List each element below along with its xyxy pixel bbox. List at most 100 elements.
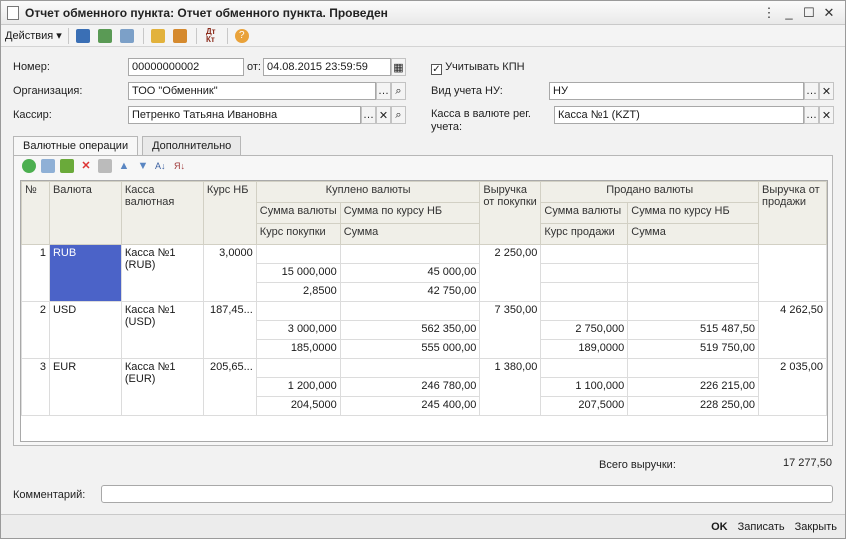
row-bought-nb[interactable]: 45 000,00: [339, 263, 481, 283]
kassa-input[interactable]: Касса №1 (KZT): [554, 106, 804, 124]
ok-button[interactable]: OK: [711, 521, 728, 533]
tab-additional[interactable]: Дополнительно: [142, 136, 242, 156]
row-bought-nb[interactable]: 246 780,00: [339, 377, 481, 397]
row-bought-amount[interactable]: 3 000,000: [255, 320, 341, 340]
copy-button[interactable]: [117, 27, 137, 45]
number-input[interactable]: 00000000002: [128, 58, 244, 76]
save-button[interactable]: Записать: [738, 521, 785, 533]
more-icon[interactable]: ⋮: [759, 4, 779, 22]
sort-desc-icon[interactable]: Я↓: [174, 159, 188, 173]
actions-menu[interactable]: Действия ▾: [5, 27, 62, 45]
date-input[interactable]: 04.08.2015 23:59:59: [263, 58, 391, 76]
end-edit-icon[interactable]: [98, 159, 112, 173]
row-sell-sum[interactable]: 519 750,00: [627, 339, 759, 359]
cashier-search-icon[interactable]: ⌕: [391, 106, 406, 124]
row-bought-amount[interactable]: 15 000,000: [255, 263, 341, 283]
col-rate-header[interactable]: Курс НБ: [202, 181, 257, 245]
col-bought-amount-header[interactable]: Сумма валюты: [255, 202, 341, 224]
row-currency[interactable]: USD: [48, 301, 122, 359]
row-currency[interactable]: EUR: [48, 358, 122, 416]
row-sold-nb[interactable]: [627, 263, 759, 283]
help-button[interactable]: ?: [232, 27, 252, 45]
col-revenue-sell-header[interactable]: Выручка от продажи: [758, 181, 827, 245]
dt-kt-button[interactable]: Дт Кт: [201, 27, 221, 45]
col-kassa-header[interactable]: Касса валютная: [120, 181, 204, 245]
col-bought-nb-header[interactable]: Сумма по курсу НБ: [339, 202, 481, 224]
row-buy-rate[interactable]: 185,0000: [255, 339, 341, 359]
row-revenue-buy[interactable]: 1 380,00: [479, 358, 542, 416]
nu-select-button[interactable]: …: [804, 82, 819, 100]
minimize-button[interactable]: _: [779, 4, 799, 22]
based-on-button[interactable]: [148, 27, 168, 45]
nu-clear-icon[interactable]: ✕: [819, 82, 834, 100]
col-sold-nb-header[interactable]: Сумма по курсу НБ: [627, 202, 759, 224]
row-sold-amount[interactable]: [540, 263, 629, 283]
row-buy-rate[interactable]: 204,5000: [255, 396, 341, 416]
row-revenue-sell[interactable]: 2 035,00: [758, 358, 827, 416]
edit-row-icon[interactable]: [60, 159, 74, 173]
sort-asc-icon[interactable]: А↓: [155, 159, 169, 173]
row-revenue-sell[interactable]: [758, 244, 827, 302]
calendar-icon[interactable]: ▦: [391, 58, 406, 76]
row-currency[interactable]: RUB: [48, 244, 122, 302]
row-rate[interactable]: 3,0000: [202, 244, 257, 302]
col-sell-rate-header[interactable]: Курс продажи: [540, 223, 629, 245]
org-input[interactable]: ТОО "Обменник": [128, 82, 376, 100]
cashier-clear-icon[interactable]: ✕: [376, 106, 391, 124]
row-revenue-buy[interactable]: 7 350,00: [479, 301, 542, 359]
row-buy-sum[interactable]: 555 000,00: [339, 339, 481, 359]
row-sold-nb[interactable]: 515 487,50: [627, 320, 759, 340]
row-buy-rate[interactable]: 2,8500: [255, 282, 341, 302]
row-bought-nb[interactable]: 562 350,00: [339, 320, 481, 340]
row-sell-sum[interactable]: [627, 282, 759, 302]
kpn-checkbox-wrap[interactable]: ✓ Учитывать КПН: [431, 61, 525, 75]
post-document-button[interactable]: [73, 27, 93, 45]
col-currency-header[interactable]: Валюта: [48, 181, 122, 245]
row-rate[interactable]: 205,65...: [202, 358, 257, 416]
close-button[interactable]: Закрыть: [795, 521, 837, 533]
col-sold-amount-header[interactable]: Сумма валюты: [540, 202, 629, 224]
move-up-icon[interactable]: ▲: [117, 159, 131, 173]
col-sell-sum-header[interactable]: Сумма: [627, 223, 759, 245]
maximize-button[interactable]: ☐: [799, 4, 819, 22]
row-sold-amount[interactable]: 1 100,000: [540, 377, 629, 397]
row-buy-sum[interactable]: 42 750,00: [339, 282, 481, 302]
cashier-select-button[interactable]: …: [361, 106, 376, 124]
org-search-icon[interactable]: ⌕: [391, 82, 406, 100]
table-row[interactable]: 3 EUR Касса №1 (EUR) 205,65... 1 380,00 …: [21, 358, 827, 416]
table-row[interactable]: 1 RUB Касса №1 (RUB) 3,0000 2 250,00: [21, 244, 827, 302]
close-window-button[interactable]: ✕: [819, 4, 839, 22]
row-bought-amount[interactable]: 1 200,000: [255, 377, 341, 397]
kassa-clear-icon[interactable]: ✕: [819, 106, 834, 124]
move-down-icon[interactable]: ▼: [136, 159, 150, 173]
row-sold-nb[interactable]: 226 215,00: [627, 377, 759, 397]
col-buy-sum-header[interactable]: Сумма: [339, 223, 481, 245]
delete-row-icon[interactable]: ✕: [79, 159, 93, 173]
row-sell-rate[interactable]: 207,5000: [540, 396, 629, 416]
row-sold-amount[interactable]: 2 750,000: [540, 320, 629, 340]
refresh-button[interactable]: [95, 27, 115, 45]
row-kassa[interactable]: Касса №1 (USD): [120, 301, 204, 359]
operations-grid[interactable]: № Валюта Касса валютная Курс НБ Куплено …: [20, 180, 828, 442]
row-kassa[interactable]: Касса №1 (EUR): [120, 358, 204, 416]
col-num-header[interactable]: №: [21, 181, 50, 245]
related-docs-button[interactable]: [170, 27, 190, 45]
row-buy-sum[interactable]: 245 400,00: [339, 396, 481, 416]
nu-input[interactable]: НУ: [549, 82, 804, 100]
row-revenue-buy[interactable]: 2 250,00: [479, 244, 542, 302]
row-sell-rate[interactable]: [540, 282, 629, 302]
row-kassa[interactable]: Касса №1 (RUB): [120, 244, 204, 302]
col-buy-rate-header[interactable]: Курс покупки: [255, 223, 341, 245]
row-rate[interactable]: 187,45...: [202, 301, 257, 359]
row-sell-sum[interactable]: 228 250,00: [627, 396, 759, 416]
row-sell-rate[interactable]: 189,0000: [540, 339, 629, 359]
table-row[interactable]: 2 USD Касса №1 (USD) 187,45... 7 350,00 …: [21, 301, 827, 359]
org-select-button[interactable]: …: [376, 82, 391, 100]
comment-input[interactable]: [101, 485, 833, 503]
kassa-select-button[interactable]: …: [804, 106, 819, 124]
cashier-input[interactable]: Петренко Татьяна Ивановна: [128, 106, 361, 124]
copy-row-icon[interactable]: [41, 159, 55, 173]
col-revenue-buy-header[interactable]: Выручка от покупки: [479, 181, 542, 245]
kpn-checkbox[interactable]: ✓: [431, 64, 442, 75]
row-revenue-sell[interactable]: 4 262,50: [758, 301, 827, 359]
